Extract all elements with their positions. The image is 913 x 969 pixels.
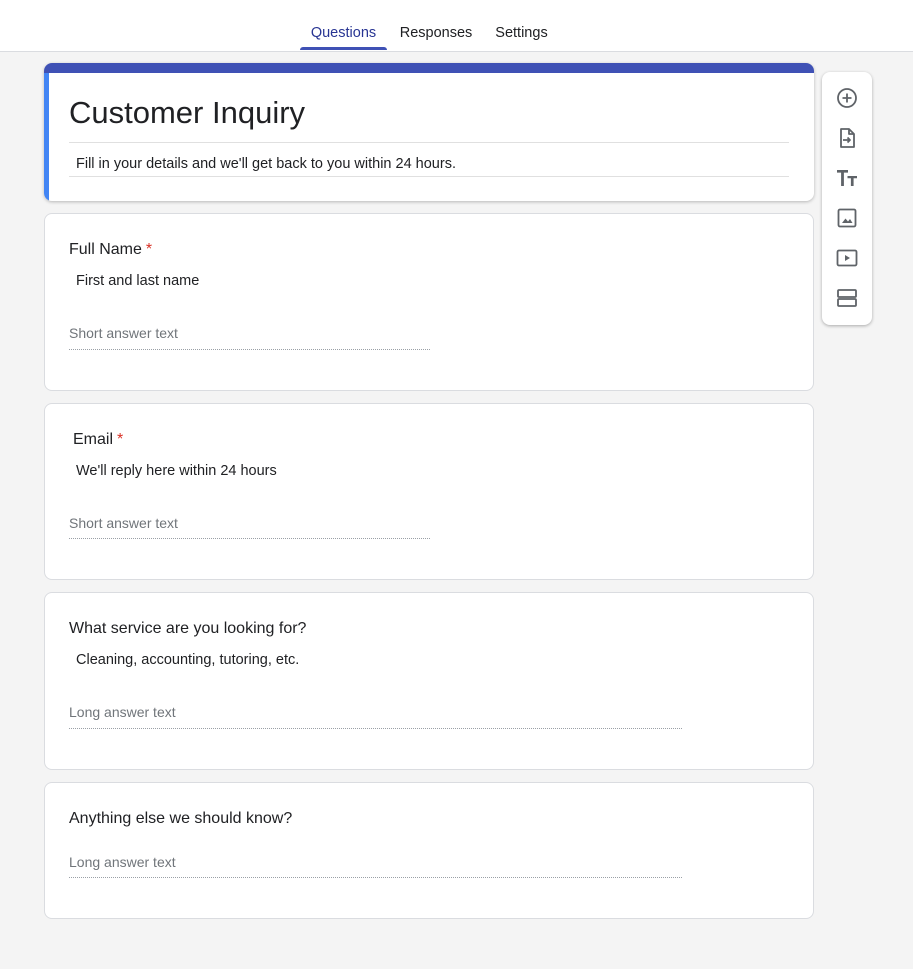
add-title-button[interactable] [834,165,860,191]
title-underline [69,142,789,143]
selected-card-indicator [44,73,49,201]
import-questions-button[interactable] [834,125,860,151]
short-answer-placeholder: Short answer text [69,325,178,341]
add-image-button[interactable] [834,205,860,231]
add-question-button[interactable] [834,85,860,111]
add-section-icon [837,289,857,307]
question-card-service[interactable]: What service are you looking for? Cleani… [44,592,814,770]
top-tab-bar: Questions Responses Settings [0,0,913,52]
import-questions-icon [840,128,855,148]
form-description[interactable]: Fill in your details and we'll get back … [76,156,456,172]
question-description: We'll reply here within 24 hours [76,463,277,479]
description-underline [69,176,789,177]
required-asterisk: * [117,431,124,448]
add-title-icon [837,170,857,186]
active-tab-indicator [300,47,387,50]
question-title-text: Email [73,431,114,448]
header-accent-band [44,63,814,73]
long-answer-placeholder: Long answer text [69,704,176,720]
question-title: Email * [73,431,123,449]
question-description: Cleaning, accounting, tutoring, etc. [76,652,300,668]
question-title: Full Name * [69,241,152,259]
question-title: What service are you looking for? [69,620,306,638]
question-card-anything-else[interactable]: Anything else we should know? Long answe… [44,782,814,919]
question-title-text: What service are you looking for? [69,620,307,637]
question-title-text: Full Name [69,241,142,258]
question-card-email[interactable]: Email * We'll reply here within 24 hours … [44,403,814,580]
short-answer-placeholder: Short answer text [69,515,178,531]
question-card-full-name[interactable]: Full Name * First and last name Short ans… [44,213,814,391]
long-answer-line [69,728,682,729]
add-question-icon [837,88,857,108]
add-section-button[interactable] [834,285,860,311]
tab-settings[interactable]: Settings [488,0,555,51]
question-title-text: Anything else we should know? [69,810,293,827]
add-image-icon [837,208,857,228]
short-answer-line [69,349,430,350]
form-title[interactable]: Customer Inquiry [69,95,305,131]
tab-questions[interactable]: Questions [300,0,387,51]
add-video-icon [836,249,858,267]
required-asterisk: * [145,241,153,258]
form-header-card[interactable]: Customer Inquiry Fill in your details an… [44,63,814,201]
floating-toolbar [822,72,872,325]
add-video-button[interactable] [834,245,860,271]
long-answer-placeholder: Long answer text [69,854,176,870]
question-description: First and last name [76,273,200,289]
long-answer-line [69,877,682,878]
tab-responses[interactable]: Responses [394,0,478,51]
question-title: Anything else we should know? [69,810,292,828]
short-answer-line [69,538,430,539]
